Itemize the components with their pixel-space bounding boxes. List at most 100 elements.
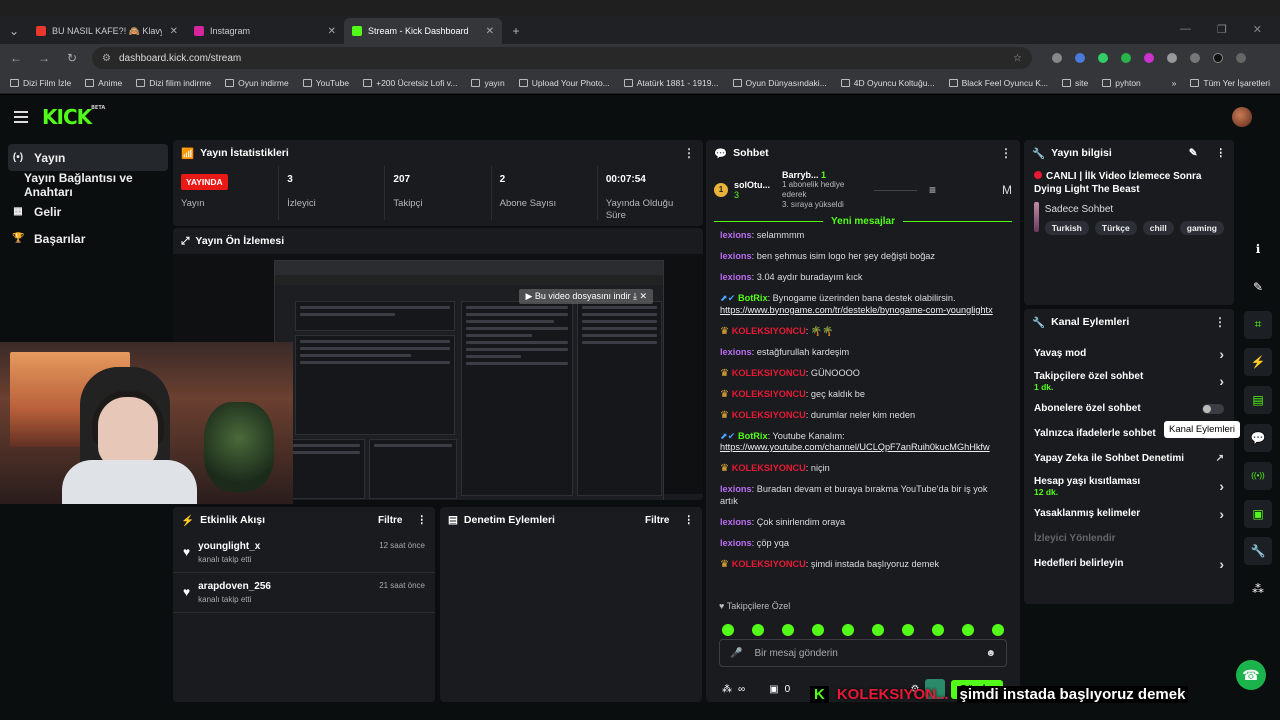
channel-action-item[interactable]: Yavaş mod ›: [1024, 341, 1234, 366]
download-overlay[interactable]: ▶ Bu video dosyasını indir ⤓ ✕: [519, 289, 653, 304]
bookmark-item[interactable]: site: [1062, 78, 1088, 88]
chat-username[interactable]: KOLEKSIYONCU: [732, 326, 806, 336]
sidebar-item[interactable]: Yayın Bağlantısı ve Anahtarı: [8, 171, 168, 199]
url-field[interactable]: ⚙ dashboard.kick.com/stream ☆: [92, 47, 1032, 69]
chat-link[interactable]: https://www.youtube.com/channel/UCLQpF7a…: [720, 442, 990, 452]
menu-icon[interactable]: [1236, 53, 1246, 63]
chat-username[interactable]: KOLEKSIYONCU: [732, 463, 806, 473]
points-icon[interactable]: ⁂: [722, 684, 732, 695]
avatar[interactable]: [1232, 107, 1252, 127]
broadcast-icon[interactable]: ((•)): [1244, 461, 1272, 490]
bookmark-item[interactable]: Black Feel Oyuncu K...: [948, 78, 1048, 88]
extension-icon[interactable]: [1052, 53, 1062, 63]
emoji-icon[interactable]: ☻: [985, 648, 996, 659]
sidebar-item[interactable]: ▦ Gelir: [8, 198, 168, 225]
bookmark-item[interactable]: yayın: [471, 78, 505, 88]
bookmark-item[interactable]: pyhton: [1102, 78, 1141, 88]
all-bookmarks[interactable]: Tüm Yer İşaretleri: [1190, 78, 1270, 88]
chat-username[interactable]: lexions: [720, 251, 752, 261]
channel-actions-icon[interactable]: ▣: [1244, 499, 1272, 528]
chat-username[interactable]: BotRix: [738, 293, 768, 303]
reload-icon[interactable]: ↻: [64, 51, 80, 65]
channel-action-item[interactable]: Yasaklanmış kelimeler ›: [1024, 501, 1234, 526]
edit-icon[interactable]: ✎: [1244, 273, 1272, 301]
extension-icon[interactable]: [1121, 53, 1131, 63]
chat-username[interactable]: KOLEKSIYONCU: [732, 368, 806, 378]
kick-logo[interactable]: KICKBETA: [42, 105, 105, 129]
more-icon[interactable]: ⋮: [1216, 147, 1227, 159]
info-icon[interactable]: ℹ: [1244, 235, 1272, 263]
bookmark-star-icon[interactable]: ☆: [1013, 53, 1022, 64]
chat-link[interactable]: https://www.bynogame.com/tr/destekle/byn…: [720, 305, 993, 315]
close-icon[interactable]: ✕: [170, 26, 178, 37]
chat-username[interactable]: lexions: [720, 347, 752, 357]
chat-username[interactable]: lexions: [720, 230, 752, 240]
extension-icon[interactable]: [1098, 53, 1108, 63]
chevron-right-icon[interactable]: ›: [1219, 373, 1224, 389]
browser-tab-active[interactable]: Stream - Kick Dashboard ✕: [344, 18, 502, 44]
help-icon[interactable]: ☎: [1236, 660, 1266, 690]
chat-username[interactable]: lexions: [720, 538, 752, 548]
hamburger-icon[interactable]: [14, 111, 28, 123]
bookmark-item[interactable]: Anime: [85, 78, 122, 88]
tag-chip[interactable]: chill: [1142, 221, 1174, 235]
edit-icon[interactable]: ✎: [1189, 147, 1198, 159]
puzzle-icon[interactable]: [1167, 53, 1177, 63]
category-name[interactable]: Sadece Sohbet Turkish Türkçe chill gaming: [1044, 202, 1224, 235]
close-icon[interactable]: ✕: [486, 26, 494, 37]
more-icon[interactable]: ⋮: [683, 146, 695, 160]
collapse-icon[interactable]: ≡: [929, 183, 936, 197]
channel-action-item[interactable]: Hesap yaşı kısıtlaması 12 dk. ›: [1024, 471, 1234, 501]
browser-tab[interactable]: BU NASIL KAFE?! 🙈 Klavyeler ✕: [28, 18, 186, 44]
activity-user[interactable]: arapdoven_256: [198, 581, 271, 592]
more-icon[interactable]: ⋮: [1214, 315, 1226, 329]
chat-username[interactable]: KOLEKSIYONCU: [732, 389, 806, 399]
sidebar-item[interactable]: (•) Yayın: [8, 144, 168, 171]
bookmark-item[interactable]: Oyun Dünyasındaki...: [732, 78, 827, 88]
chevron-right-icon[interactable]: ›: [1219, 506, 1224, 522]
chat-username[interactable]: BotRix: [738, 431, 768, 441]
channel-action-item[interactable]: Yapay Zeka ile Sohbet Denetimi ↗: [1024, 446, 1234, 471]
sidebar-item[interactable]: 🏆 Başarılar: [8, 225, 168, 252]
activity-user[interactable]: younglight_x: [198, 541, 260, 552]
download-icon[interactable]: [1190, 53, 1200, 63]
chat-username[interactable]: lexions: [720, 517, 752, 527]
more-bookmarks-icon[interactable]: »: [1172, 78, 1177, 88]
bookmark-item[interactable]: YouTube: [302, 78, 349, 88]
tag-chip[interactable]: gaming: [1179, 221, 1224, 235]
extension-icon[interactable]: [1075, 53, 1085, 63]
more-icon[interactable]: ⋮: [417, 514, 428, 526]
close-icon[interactable]: ✕: [328, 26, 336, 37]
back-icon[interactable]: ←: [8, 51, 24, 65]
toggle-switch[interactable]: [1202, 403, 1224, 414]
chevron-right-icon[interactable]: ›: [1219, 346, 1224, 362]
mic-icon[interactable]: 🎤: [730, 648, 742, 659]
tab-search-icon[interactable]: ⌄: [0, 18, 28, 44]
chat-icon[interactable]: 💬: [1244, 423, 1272, 452]
channel-action-item[interactable]: Takipçilere özel sohbet 1 dk. ›: [1024, 366, 1234, 396]
more-icon[interactable]: ⋮: [684, 514, 695, 526]
bookmark-item[interactable]: Dizi filim indirme: [136, 78, 211, 88]
channel-action-item[interactable]: Hedefleri belirleyin ›: [1024, 551, 1234, 576]
capture-icon[interactable]: ⌗: [1244, 310, 1272, 339]
bookmark-item[interactable]: Dizi Film İzle: [10, 78, 71, 88]
share-icon[interactable]: ⁂: [1244, 575, 1272, 603]
chat-username[interactable]: KOLEKSIYONCU: [732, 410, 806, 420]
store-icon[interactable]: ▣: [769, 684, 778, 695]
bolt-icon[interactable]: ⚡: [1244, 348, 1272, 377]
filter-button[interactable]: Filtre: [645, 515, 669, 526]
external-link-icon[interactable]: ↗: [1216, 453, 1224, 464]
bookmark-item[interactable]: Atatürk 1881 - 1919...: [623, 78, 719, 88]
chat-username[interactable]: lexions: [720, 272, 752, 282]
tag-chip[interactable]: Turkish: [1044, 221, 1089, 235]
chat-username[interactable]: lexions: [720, 484, 752, 494]
bookmark-item[interactable]: 4D Oyuncu Koltuğu...: [840, 78, 935, 88]
browser-tab[interactable]: Instagram ✕: [186, 18, 344, 44]
tag-chip[interactable]: Türkçe: [1094, 221, 1137, 235]
chat-username[interactable]: KOLEKSIYONCU: [732, 559, 806, 569]
minimize-icon[interactable]: —: [1180, 23, 1191, 36]
more-icon[interactable]: ⋮: [1000, 146, 1012, 160]
filter-button[interactable]: Filtre: [378, 515, 402, 526]
extension-icon[interactable]: [1144, 53, 1154, 63]
wrench-icon[interactable]: 🔧: [1244, 537, 1272, 566]
